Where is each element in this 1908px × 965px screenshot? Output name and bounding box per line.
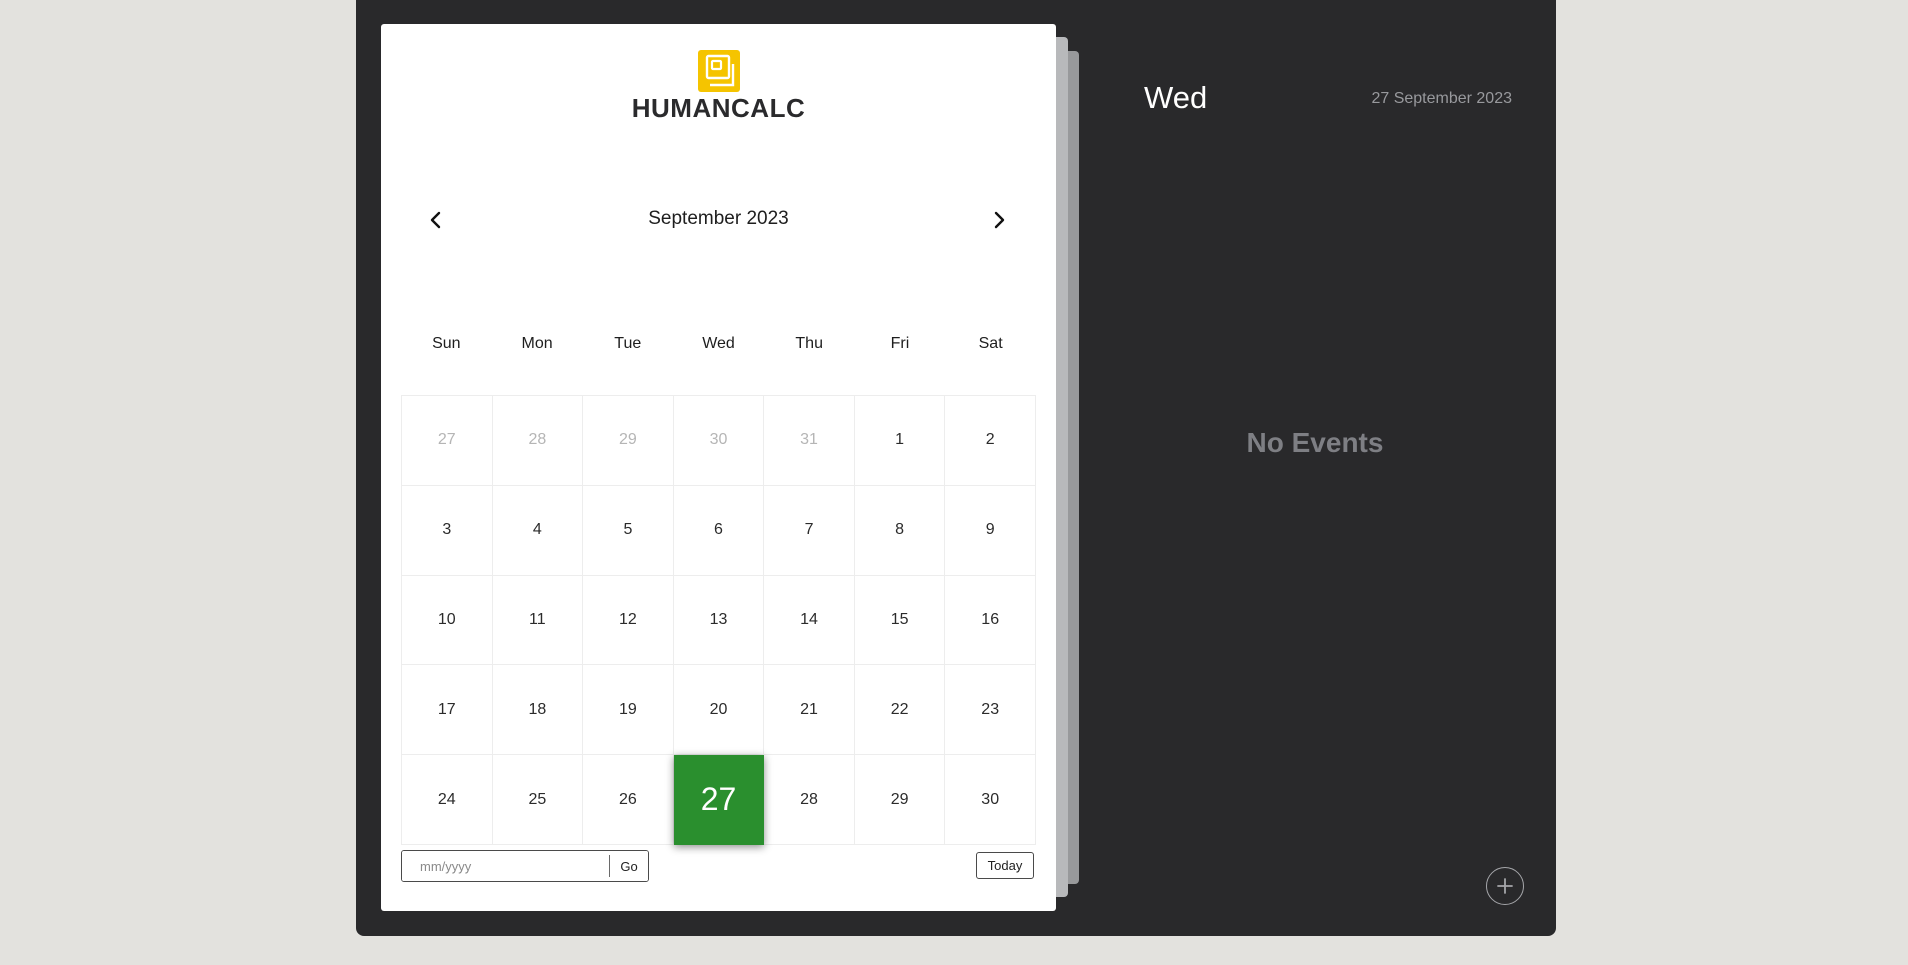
no-events-message: No Events xyxy=(1246,427,1384,458)
day-cell[interactable]: 16 xyxy=(945,575,1036,666)
day-cell[interactable]: 23 xyxy=(945,665,1036,756)
day-cell-selected[interactable]: 27 xyxy=(673,755,765,845)
day-cell[interactable]: 30 xyxy=(945,755,1036,845)
today-button[interactable]: Today xyxy=(976,852,1034,879)
day-cell[interactable]: 25 xyxy=(492,755,584,845)
weekday-label: Fri xyxy=(890,335,910,352)
weekday-label: Wed xyxy=(702,335,735,352)
weekday-label: Mon xyxy=(521,335,553,352)
day-cell[interactable]: 1 xyxy=(854,396,946,486)
day-cell[interactable]: 13 xyxy=(673,575,765,666)
day-cell[interactable]: 10 xyxy=(402,575,493,666)
day-cell[interactable]: 4 xyxy=(492,485,584,576)
day-cell[interactable]: 28 xyxy=(764,755,855,845)
day-cell[interactable]: 29 xyxy=(583,396,674,486)
goto-date-input[interactable] xyxy=(402,851,609,881)
day-cell[interactable]: 15 xyxy=(854,575,946,666)
month-navigation: September 2023 xyxy=(381,200,1056,240)
month-title: September 2023 xyxy=(648,208,789,229)
humancalc-logo-icon xyxy=(697,50,740,92)
day-cell[interactable]: 18 xyxy=(492,665,584,756)
day-cell[interactable]: 30 xyxy=(673,396,765,486)
day-cell[interactable]: 11 xyxy=(492,575,584,666)
day-cell[interactable]: 8 xyxy=(854,485,946,576)
day-cell[interactable]: 5 xyxy=(583,485,674,576)
weekday-label: Tue xyxy=(614,335,642,352)
day-cell[interactable]: 9 xyxy=(945,485,1036,576)
day-grid: 27 28 29 30 31 1 2 3 4 5 6 7 8 9 10 11 1… xyxy=(401,395,1036,845)
day-cell[interactable]: 29 xyxy=(854,755,946,845)
weekday-label: Sat xyxy=(978,335,1003,352)
weekday-label: Sun xyxy=(432,335,461,352)
goto-date-form: Go xyxy=(401,850,649,882)
brand-name: HUMANCALC xyxy=(631,93,806,123)
day-cell[interactable]: 3 xyxy=(402,485,493,576)
day-cell[interactable]: 28 xyxy=(492,396,584,486)
day-cell[interactable]: 21 xyxy=(764,665,855,756)
next-month-button[interactable] xyxy=(979,200,1019,240)
day-cell[interactable]: 20 xyxy=(673,665,765,756)
day-cell[interactable]: 31 xyxy=(764,396,855,486)
day-cell[interactable]: 24 xyxy=(402,755,493,845)
add-event-button[interactable] xyxy=(1486,867,1524,905)
chevron-right-icon xyxy=(994,211,1005,229)
logo: HUMANCALC xyxy=(381,50,1056,122)
day-cell[interactable]: 2 xyxy=(945,396,1036,486)
day-cell[interactable]: 6 xyxy=(673,485,765,576)
weekday-label: Thu xyxy=(795,335,823,352)
day-cell[interactable]: 14 xyxy=(764,575,855,666)
day-cell[interactable]: 19 xyxy=(583,665,674,756)
day-cell[interactable]: 7 xyxy=(764,485,855,576)
selected-day-name: Wed xyxy=(1144,80,1208,115)
go-button[interactable]: Go xyxy=(610,851,648,881)
weekday-header: Sun Mon Tue Wed Thu Fri Sat xyxy=(401,335,1036,353)
day-cell[interactable]: 17 xyxy=(402,665,493,756)
day-cell[interactable]: 12 xyxy=(583,575,674,666)
day-cell[interactable]: 26 xyxy=(583,755,674,845)
plus-icon xyxy=(1497,878,1513,894)
day-cell[interactable]: 27 xyxy=(402,396,493,486)
selected-full-date: 27 September 2023 xyxy=(1371,90,1512,107)
day-cell[interactable]: 22 xyxy=(854,665,946,756)
calendar-card: HUMANCALC September 2023 Sun Mon Tue Wed… xyxy=(381,24,1056,911)
